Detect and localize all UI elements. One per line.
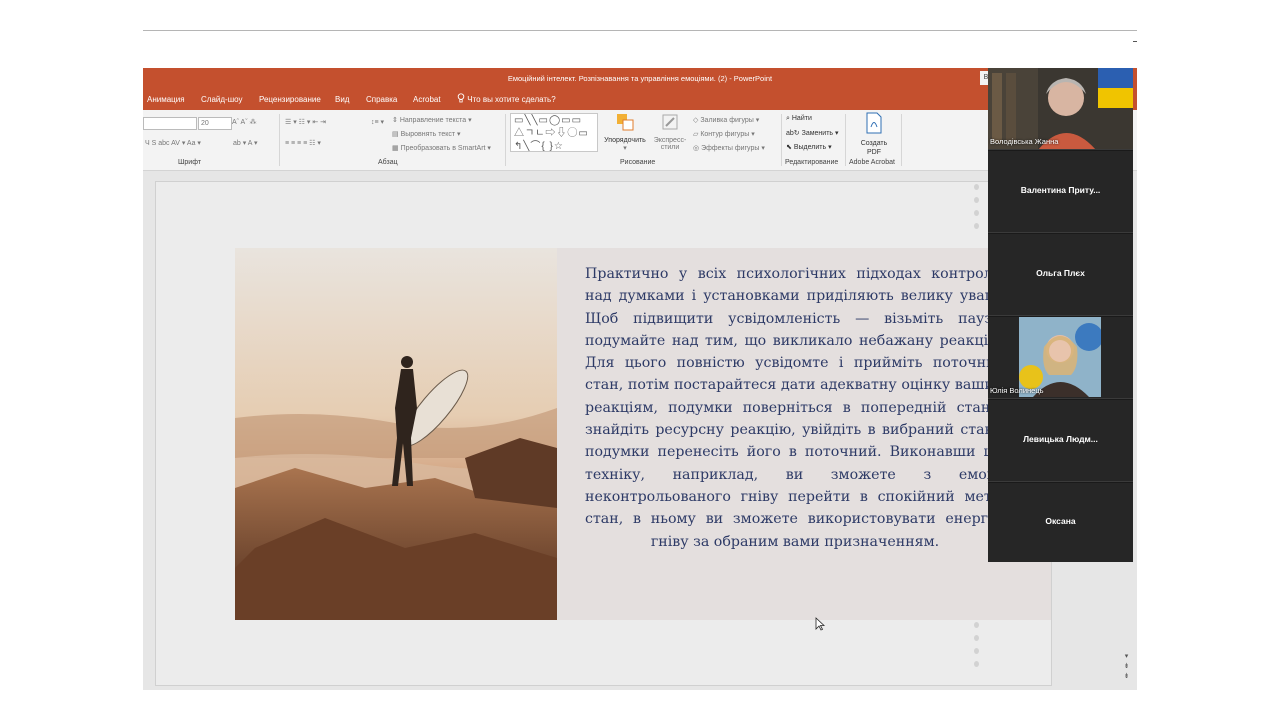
tab-slideshow[interactable]: Слайд-шоу [201, 89, 242, 110]
create-pdf-label-1: Создать [860, 140, 888, 147]
participant-tile[interactable]: Юлія Волинець [988, 317, 1133, 399]
mouse-pointer-icon [815, 617, 825, 631]
font-size-value: 20 [201, 120, 209, 127]
shape-fill-label: Заливка фигуры [700, 117, 754, 124]
arrange-icon [617, 114, 634, 131]
align-text-label: Выровнять текст [400, 131, 456, 138]
cursor-select-icon: ⬉ [786, 144, 792, 151]
ribbon-separator [279, 114, 280, 166]
vertical-scroll-controls[interactable]: ▾ ⇟ ⇟ [1122, 652, 1131, 686]
find-label: Найти [791, 115, 812, 122]
slide-canvas[interactable]: Практично у всіх психологічних підходах … [155, 181, 1052, 686]
tab-view[interactable]: Вид [335, 89, 349, 110]
participant-name: Юлія Волинець [990, 386, 1044, 395]
create-pdf-button[interactable]: Создать PDF [853, 112, 895, 156]
participant-tile[interactable]: Левицька Людм... [988, 400, 1133, 482]
smartart-label: Преобразовать в SmartArt [400, 145, 486, 152]
shape-effects-button[interactable]: ◎ Эффекты фигуры ▾ [693, 144, 765, 152]
quick-styles-icon [662, 114, 678, 130]
select-button[interactable]: ⬉ Выделить ▾ [786, 143, 832, 151]
shapes-row-1: ▭╲╲▭◯▭▭ [514, 115, 583, 126]
surfer-image [235, 248, 557, 620]
arrange-dropdown: ▾ [623, 145, 627, 152]
participant-name: Оксана [1045, 516, 1076, 526]
slide-body-text[interactable]: Практично у всіх психологічних підходах … [585, 263, 1005, 553]
minimize-dash [1133, 41, 1137, 42]
participant-tile[interactable]: Ольга Плєх [988, 234, 1133, 316]
scroll-down-icon[interactable]: ⇟ [1122, 672, 1131, 682]
create-pdf-label-2: PDF [867, 149, 881, 156]
participant-name: Левицька Людм... [1023, 434, 1098, 444]
quick-styles-label-2: стили [660, 144, 680, 151]
font-size-box[interactable]: 20 [198, 117, 232, 130]
surfer-photo [235, 248, 557, 620]
paragraph-group-label: Абзац [378, 159, 398, 166]
tell-me-placeholder: Что вы хотите сделать? [467, 95, 556, 104]
participant-tile[interactable]: Валентина Приту... [988, 151, 1133, 233]
scroll-up-icon[interactable]: ▾ [1122, 652, 1131, 662]
tab-help[interactable]: Справка [366, 89, 397, 110]
find-button[interactable]: ⌕ Найти [786, 115, 812, 123]
bullets-buttons[interactable]: ☰ ▾ ☷ ▾ ⇤ ⇥ [285, 118, 326, 126]
replace-button[interactable]: ab↻ Заменить ▾ [786, 129, 839, 137]
text-panel: Практично у всіх психологічних підходах … [557, 248, 1051, 620]
font-format-buttons[interactable]: Ч S abc AV ▾ Aa ▾ [145, 139, 201, 147]
shape-effects-label: Эффекты фигуры [701, 145, 760, 152]
line-spacing-button[interactable]: ↕≡ ▾ [371, 118, 384, 126]
font-size-grow-shrink[interactable]: Aˆ Aˇ ⁂ [232, 118, 257, 126]
search-icon: ⌕ [786, 115, 790, 122]
shapes-gallery[interactable]: ▭╲╲▭◯▭▭ △ㄱㄴ⇨⇩◯▭ ↰╲⌒{ }☆ [510, 113, 598, 152]
shape-outline-label: Контур фигуры [700, 131, 750, 138]
participant-name: Валентина Приту... [1020, 185, 1101, 195]
replace-icon: ab↻ [786, 130, 800, 137]
pdf-icon [866, 112, 882, 134]
drawing-group-label: Рисование [620, 159, 656, 166]
arrange-label: Упорядочить [604, 137, 646, 144]
text-direction-label: Направление текста [399, 117, 467, 124]
smartart-button[interactable]: ▦ Преобразовать в SmartArt ▾ [392, 144, 491, 152]
scroll-page-icon[interactable]: ⇟ [1122, 662, 1131, 672]
ribbon-separator [505, 114, 506, 166]
tab-animation[interactable]: Анимация [147, 89, 185, 110]
replace-label: Заменить [801, 130, 834, 137]
font-name-box[interactable] [143, 117, 197, 130]
participant-name: Ольга Плєх [1036, 268, 1085, 278]
participant-tile[interactable]: Оксана [988, 483, 1133, 562]
dot-decoration-top [974, 184, 980, 236]
ribbon-separator [781, 114, 782, 166]
tell-me-search[interactable]: Что вы хотите сделать? [457, 89, 556, 110]
participant-tile[interactable]: Володівська Жанна [988, 68, 1133, 150]
tab-review[interactable]: Рецензирование [259, 89, 321, 110]
shape-outline-button[interactable]: ▱ Контур фигуры ▾ [693, 130, 755, 138]
participant-video [1019, 317, 1101, 397]
video-call-panel: Володівська Жанна Валентина Приту... Оль… [988, 68, 1133, 562]
acrobat-group-label: Adobe Acrobat [849, 159, 895, 166]
ribbon-separator [845, 114, 846, 166]
font-color-buttons[interactable]: ab ▾ A ▾ [233, 139, 258, 147]
shapes-row-2: △ㄱㄴ⇨⇩◯▭ [514, 128, 589, 139]
editing-group-label: Редактирование [785, 159, 839, 166]
lightbulb-icon [457, 93, 465, 103]
arrange-button[interactable]: Упорядочить ▾ [601, 112, 649, 156]
align-buttons[interactable]: ≡ ≡ ≡ ≡ ☷ ▾ [285, 139, 321, 147]
ribbon-separator [901, 114, 902, 166]
quick-styles-label-1: Экспресс- [653, 137, 687, 144]
top-divider [143, 30, 1137, 31]
dot-decoration-bottom [974, 622, 980, 674]
quick-styles-button[interactable]: Экспресс- стили [650, 112, 690, 156]
participant-name: Володівська Жанна [990, 137, 1059, 146]
align-text-button[interactable]: ▤ Выровнять текст ▾ [392, 130, 461, 138]
tab-acrobat[interactable]: Acrobat [413, 89, 441, 110]
shapes-row-3: ↰╲⌒{ }☆ [514, 141, 564, 152]
shape-fill-button[interactable]: ◇ Заливка фигуры ▾ [693, 116, 759, 124]
font-group-label: Шрифт [178, 159, 202, 166]
select-label: Выделить [793, 144, 827, 151]
text-direction-button[interactable]: ⇕ Направление текста ▾ [392, 116, 472, 124]
